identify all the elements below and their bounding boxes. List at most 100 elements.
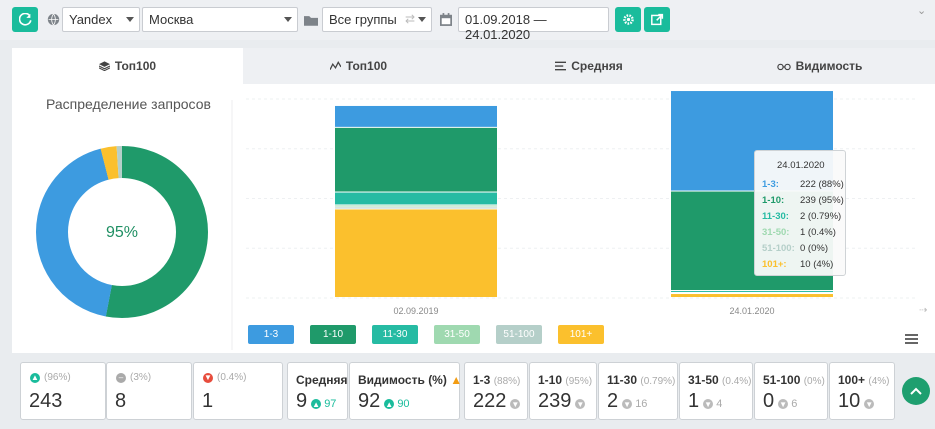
tooltip-row-value: 0 (0%) <box>800 243 828 254</box>
legend-item-11-30[interactable]: 11-30 <box>372 325 418 344</box>
chart-tabs: Топ100 Топ100 Средняя Видимость <box>12 48 935 84</box>
search-engine-value: Yandex <box>69 12 113 27</box>
legend-item-1-3[interactable]: 1-3 <box>248 325 294 344</box>
tab-top100-dynamics[interactable]: Топ100 <box>243 48 474 84</box>
stat-prev: 16 <box>635 398 648 410</box>
group-value: Все группы <box>329 12 397 27</box>
stat-pct: (0.79%) <box>640 376 676 387</box>
stat-down-card[interactable]: ▼ (0.4%) 1 <box>193 362 283 420</box>
stat-pct: (0.4%) <box>722 376 752 387</box>
chevron-down-icon[interactable]: ⌄ <box>917 4 926 17</box>
stat-visibility-card[interactable]: Видимость (%) ▲ 92 ▲ 90 <box>349 362 463 420</box>
tab-label: Видимость <box>795 59 863 73</box>
tooltip-row: 1-3: 222 (88%) <box>762 179 844 190</box>
globe-icon <box>45 7 61 32</box>
line-chart-icon <box>329 61 341 70</box>
tab-average[interactable]: Средняя <box>474 48 704 84</box>
arrow-down-icon: ▼ <box>864 399 875 410</box>
legend-item-1-10[interactable]: 1-10 <box>310 325 356 344</box>
scroll-top-button[interactable] <box>902 377 930 405</box>
stat-up-card[interactable]: ▲ (96%) 243 <box>20 362 106 420</box>
stat-prev: 97 <box>324 398 337 410</box>
legend-item-101+[interactable]: 101+ <box>558 325 604 344</box>
stat-value: 222 <box>473 390 507 412</box>
glasses-icon <box>776 63 791 70</box>
tab-label: Топ100 <box>114 59 157 73</box>
stat-value: 239 <box>538 390 572 412</box>
minus-icon: – <box>116 372 126 383</box>
legend-item-31-50[interactable]: 31-50 <box>434 325 480 344</box>
group-select[interactable]: Все группы ⇄ <box>322 7 432 32</box>
warning-icon: ▲ <box>450 373 463 387</box>
stat-range-card-11-30[interactable]: 11-30 (0.79%) 2 ▼ 16 <box>598 362 678 420</box>
stat-label: 11-30 <box>607 373 638 387</box>
toolbar: Yandex Москва Все группы ⇄ 01.09.2018 — … <box>0 0 935 42</box>
chart-menu-icon[interactable] <box>905 334 918 344</box>
legend-item-51-100[interactable]: 51-100 <box>496 325 542 344</box>
sync-icon: ⇄ <box>405 12 416 26</box>
stat-pct: (3%) <box>130 372 152 383</box>
chart-tooltip: 24.01.2020 1-3: 222 (88%) 1-10: 239 (95%) 11… <box>754 150 846 276</box>
stat-value: 92 <box>358 390 381 412</box>
arrow-up-icon: ▲ <box>30 372 40 383</box>
calendar-icon <box>438 7 454 32</box>
stat-value: 9 <box>296 390 308 412</box>
region-value: Москва <box>149 12 194 27</box>
arrow-down-icon: ▼ <box>778 399 789 410</box>
stat-range-card-1-3[interactable]: 1-3 (88%)222▼ 1 <box>464 362 528 420</box>
stat-value: 243 <box>29 390 63 412</box>
stat-range-card-31-50[interactable]: 31-50 (0.4%) 1 ▼ 4 <box>679 362 753 420</box>
tooltip-row-label: 11-30: <box>762 211 789 222</box>
tab-top100-distribution[interactable]: Топ100 <box>12 48 243 84</box>
stat-pct: (0%) <box>803 376 825 387</box>
tooltip-row-value: 239 (95%) <box>800 195 844 206</box>
tooltip-row-label: 1-3: <box>762 179 779 190</box>
stat-range-card-1-10[interactable]: 1-10 (95%)239▼ 14 <box>529 362 597 420</box>
stat-label: 31-50 <box>688 373 719 387</box>
stat-label: 1-10 <box>538 373 563 387</box>
export-button[interactable] <box>644 7 670 32</box>
stat-value: 1 <box>688 390 700 412</box>
export-icon <box>650 13 663 26</box>
arrow-down-icon: ▼ <box>703 399 714 410</box>
stat-label: 1-3 <box>473 373 491 387</box>
tooltip-row-label: 31-50: <box>762 227 790 238</box>
stat-pct: (96%) <box>44 372 71 383</box>
tab-label: Средняя <box>571 59 623 73</box>
stat-same-card[interactable]: – (3%) 8 <box>106 362 192 420</box>
stat-label: 51-100 <box>763 373 801 387</box>
stat-range-card-100+[interactable]: 100+ (4%)10▼ 118 <box>829 362 895 420</box>
arrow-down-icon: ▼ <box>203 372 213 383</box>
stat-prev: 4 <box>716 398 723 410</box>
tooltip-title: 24.01.2020 <box>777 160 825 171</box>
stat-pct: (4%) <box>868 376 890 387</box>
folder-icon <box>303 7 319 32</box>
date-range-input[interactable]: 01.09.2018 — 24.01.2020 <box>458 7 609 42</box>
gear-icon <box>622 14 634 25</box>
tooltip-row-label: 101+: <box>762 259 787 270</box>
tab-visibility[interactable]: Видимость <box>704 48 935 84</box>
tooltip-row-label: 51-100: <box>762 243 795 254</box>
layers-icon <box>98 61 110 71</box>
stat-value: 10 <box>838 390 861 412</box>
stat-average-card[interactable]: Средняя 9 ▲ 97 <box>287 362 348 420</box>
refresh-icon <box>18 13 32 26</box>
tooltip-row-value: 1 (0.4%) <box>800 227 836 238</box>
region-select[interactable]: Москва <box>142 7 298 32</box>
settings-button[interactable] <box>615 7 641 32</box>
tooltip-row-value: 10 (4%) <box>800 259 834 270</box>
arrow-up-icon: ▲ <box>384 399 395 410</box>
tooltip-row: 1-10: 239 (95%) <box>762 195 844 206</box>
stat-range-card-51-100[interactable]: 51-100 (0%) 0 ▼ 6 <box>754 362 828 420</box>
search-engine-select[interactable]: Yandex <box>62 7 140 32</box>
date-range-value: 01.09.2018 — 24.01.2020 <box>465 12 547 42</box>
chevron-down-icon <box>418 17 426 22</box>
tooltip-row: 51-100: 0 (0%) <box>762 243 828 254</box>
scroll-right-icon[interactable]: ⇢ <box>919 305 927 316</box>
stat-label: 100+ <box>838 373 866 387</box>
refresh-button[interactable] <box>12 7 38 32</box>
tooltip-row: 31-50: 1 (0.4%) <box>762 227 836 238</box>
stat-prev: 90 <box>397 398 410 410</box>
stat-label: Средняя <box>296 373 348 387</box>
tooltip-row: 101+: 10 (4%) <box>762 259 833 270</box>
